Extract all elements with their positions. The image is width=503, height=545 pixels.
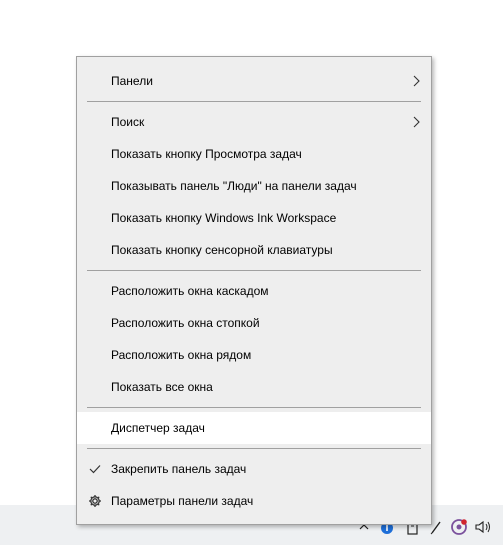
menu-item-label: Показать кнопку Просмотра задач	[111, 147, 302, 161]
menu-separator	[87, 448, 421, 449]
gear-icon	[89, 495, 101, 507]
menu-item-show-people-button[interactable]: Показывать панель "Люди" на панели задач	[77, 170, 431, 202]
menu-item-show-ink-workspace-button[interactable]: Показать кнопку Windows Ink Workspace	[77, 202, 431, 234]
menu-item-label: Поиск	[111, 115, 145, 129]
menu-item-show-desktop[interactable]: Показать все окна	[77, 371, 431, 403]
check-icon	[89, 465, 101, 474]
menu-item-label: Параметры панели задач	[111, 494, 254, 508]
menu-item-stack-windows[interactable]: Расположить окна стопкой	[77, 307, 431, 339]
menu-item-label: Диспетчер задач	[111, 421, 205, 435]
menu-item-label: Показать кнопку сенсорной клавиатуры	[111, 243, 333, 257]
menu-item-label: Панели	[111, 74, 153, 88]
menu-item-label: Закрепить панель задач	[111, 462, 247, 476]
menu-item-show-task-view-button[interactable]: Показать кнопку Просмотра задач	[77, 138, 431, 170]
chevron-right-icon	[413, 116, 420, 128]
menu-item-lock-taskbar[interactable]: Закрепить панель задач	[77, 453, 431, 485]
volume-icon[interactable]	[474, 517, 494, 537]
menu-item-label: Расположить окна рядом	[111, 348, 252, 362]
menu-item-label: Показывать панель "Люди" на панели задач	[111, 179, 357, 193]
taskbar-context-menu: Панели Поиск Показать кнопку Просмотра з…	[76, 56, 432, 525]
menu-item-label: Показать все окна	[111, 380, 213, 394]
menu-separator	[87, 407, 421, 408]
menu-item-show-touch-keyboard-button[interactable]: Показать кнопку сенсорной клавиатуры	[77, 234, 431, 266]
menu-item-toolbars[interactable]: Панели	[77, 65, 431, 97]
menu-item-search[interactable]: Поиск	[77, 106, 431, 138]
menu-item-taskbar-settings[interactable]: Параметры панели задач	[77, 485, 431, 517]
menu-item-task-manager[interactable]: Диспетчер задач	[77, 412, 431, 444]
menu-separator	[87, 101, 421, 102]
menu-item-label: Показать кнопку Windows Ink Workspace	[111, 211, 337, 225]
menu-item-side-by-side-windows[interactable]: Расположить окна рядом	[77, 339, 431, 371]
chevron-right-icon	[413, 75, 420, 87]
menu-item-cascade-windows[interactable]: Расположить окна каскадом	[77, 275, 431, 307]
menu-separator	[87, 270, 421, 271]
menu-item-label: Расположить окна каскадом	[111, 284, 269, 298]
menu-item-label: Расположить окна стопкой	[111, 316, 260, 330]
viber-icon[interactable]	[450, 517, 468, 537]
